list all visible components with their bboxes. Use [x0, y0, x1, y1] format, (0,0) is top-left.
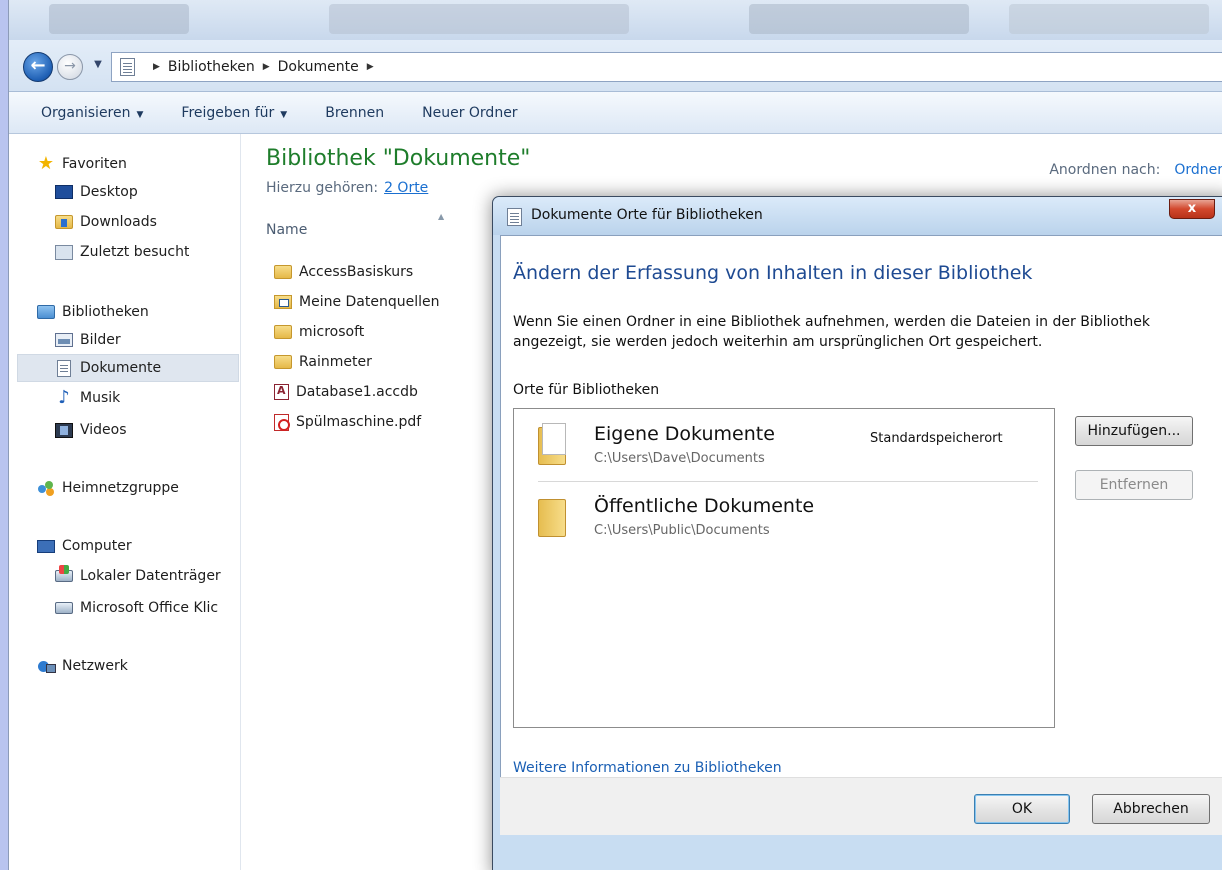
- nav-item-local-disk[interactable]: Lokaler Datenträger: [55, 562, 221, 590]
- file-item[interactable]: Spülmaschine.pdf: [274, 410, 421, 434]
- library-includes: Hierzu gehören: 2 Orte: [266, 180, 429, 196]
- file-item[interactable]: Meine Datenquellen: [274, 290, 440, 314]
- new-folder-button[interactable]: Neuer Ordner: [422, 105, 517, 121]
- share-menu[interactable]: Freigeben für ▼: [181, 105, 287, 121]
- folder-icon: [274, 325, 292, 339]
- dialog-heading: Ändern der Erfassung von Inhalten in die…: [513, 262, 1033, 284]
- folder-icon: [274, 355, 292, 369]
- pdf-file-icon: [274, 413, 290, 431]
- homegroup-icon: [37, 480, 55, 496]
- remove-button[interactable]: Entfernen: [1075, 470, 1193, 500]
- locations-label: Orte für Bibliotheken: [513, 382, 660, 398]
- history-dropdown-icon[interactable]: ▼: [91, 58, 105, 72]
- library-title: Bibliothek "Dokumente": [266, 146, 531, 171]
- nav-item-videos[interactable]: Videos: [55, 416, 127, 444]
- add-button[interactable]: Hinzufügen...: [1075, 416, 1193, 446]
- star-icon: ★: [37, 153, 55, 174]
- address-bar: ← → ▼ ▶ Bibliotheken ▶ Dokumente ▶: [9, 40, 1222, 92]
- breadcrumb-documents[interactable]: Dokumente: [278, 59, 359, 75]
- nav-item-homegroup[interactable]: Heimnetzgruppe: [37, 474, 179, 502]
- chevron-down-icon: ▼: [280, 109, 288, 120]
- music-note-icon: ♪: [58, 387, 70, 408]
- breadcrumb-separator-icon[interactable]: ▶: [153, 62, 160, 72]
- documents-icon: [57, 359, 71, 377]
- navigation-pane: ★ Favoriten Desktop Downloads Zuletzt bes…: [9, 134, 241, 870]
- file-item[interactable]: AccessBasiskurs: [274, 260, 413, 284]
- arrange-by-dropdown[interactable]: Ordner: [1174, 162, 1222, 178]
- data-sources-folder-icon: [274, 295, 292, 309]
- window-titlebar: [9, 0, 1222, 40]
- nav-item-office-drive[interactable]: Microsoft Office Klic: [55, 594, 241, 622]
- nav-item-computer[interactable]: Computer: [37, 532, 132, 560]
- address-path[interactable]: ▶ Bibliotheken ▶ Dokumente ▶: [111, 52, 1222, 82]
- pictures-icon: [55, 333, 73, 347]
- chevron-down-icon: ▼: [136, 109, 144, 120]
- breadcrumb-libraries[interactable]: Bibliotheken: [168, 59, 255, 75]
- nav-item-libraries[interactable]: Bibliotheken: [37, 298, 149, 326]
- dialog-footer: OK Abbrechen: [500, 777, 1222, 835]
- library-locations-dialog: Dokumente Orte für Bibliotheken x Ändern…: [492, 196, 1222, 870]
- arrange-by: Anordnen nach: Ordner: [1049, 162, 1222, 178]
- breadcrumb-separator-icon[interactable]: ▶: [367, 62, 374, 72]
- video-icon: [55, 422, 73, 438]
- nav-item-music[interactable]: ♪ Musik: [55, 384, 120, 412]
- forward-button[interactable]: →: [57, 54, 83, 80]
- system-drive-icon: [55, 565, 73, 582]
- nav-item-recent[interactable]: Zuletzt besucht: [55, 238, 189, 266]
- ok-button[interactable]: OK: [974, 794, 1070, 824]
- dialog-description: Wenn Sie einen Ordner in eine Bibliothek…: [513, 314, 1151, 350]
- downloads-folder-icon: [55, 215, 73, 229]
- more-info-link[interactable]: Weitere Informationen zu Bibliotheken: [513, 760, 782, 776]
- dialog-body: Ändern der Erfassung von Inhalten in die…: [500, 235, 1222, 835]
- library-document-icon: [120, 58, 135, 76]
- includes-locations-link[interactable]: 2 Orte: [384, 180, 428, 196]
- nav-item-pictures[interactable]: Bilder: [55, 326, 121, 354]
- column-header-name[interactable]: Name: [266, 222, 307, 238]
- recent-places-icon: [55, 244, 73, 260]
- documents-folder-icon: [538, 423, 568, 465]
- folder-icon: [274, 265, 292, 279]
- cancel-button[interactable]: Abbrechen: [1092, 794, 1210, 824]
- dialog-title: Dokumente Orte für Bibliotheken: [531, 207, 763, 223]
- default-location-badge: Standardspeicherort: [870, 431, 1003, 446]
- nav-item-network[interactable]: Netzwerk: [37, 652, 128, 680]
- close-button[interactable]: x: [1169, 199, 1215, 219]
- nav-item-downloads[interactable]: Downloads: [55, 208, 157, 236]
- breadcrumb-separator-icon[interactable]: ▶: [263, 62, 270, 72]
- nav-item-documents[interactable]: Dokumente: [17, 354, 239, 382]
- organize-menu[interactable]: Organisieren ▼: [41, 105, 143, 121]
- file-item[interactable]: microsoft: [274, 320, 364, 344]
- list-item[interactable]: Eigene Dokumente C:\Users\Dave\Documents…: [514, 409, 1054, 482]
- access-database-icon: [274, 384, 289, 400]
- drive-icon: [55, 602, 73, 614]
- network-icon: [37, 658, 56, 674]
- burn-button[interactable]: Brennen: [325, 105, 384, 121]
- file-item[interactable]: Rainmeter: [274, 350, 372, 374]
- back-button[interactable]: ←: [23, 52, 53, 82]
- sort-ascending-icon: ▲: [438, 212, 445, 221]
- library-document-icon: [507, 208, 522, 226]
- command-bar: Organisieren ▼ Freigeben für ▼ Brennen Neu…: [9, 92, 1222, 134]
- computer-icon: [37, 539, 55, 553]
- nav-item-favorites[interactable]: ★ Favoriten: [37, 150, 127, 178]
- file-item[interactable]: Database1.accdb: [274, 380, 418, 404]
- folder-icon: [538, 495, 568, 537]
- dialog-titlebar[interactable]: Dokumente Orte für Bibliotheken x: [493, 197, 1222, 235]
- list-item[interactable]: Öffentliche Dokumente C:\Users\Public\Do…: [514, 481, 1054, 549]
- desktop-icon: [55, 185, 73, 199]
- libraries-icon: [37, 305, 55, 319]
- nav-item-desktop[interactable]: Desktop: [55, 178, 138, 206]
- locations-list[interactable]: Eigene Dokumente C:\Users\Dave\Documents…: [513, 408, 1055, 728]
